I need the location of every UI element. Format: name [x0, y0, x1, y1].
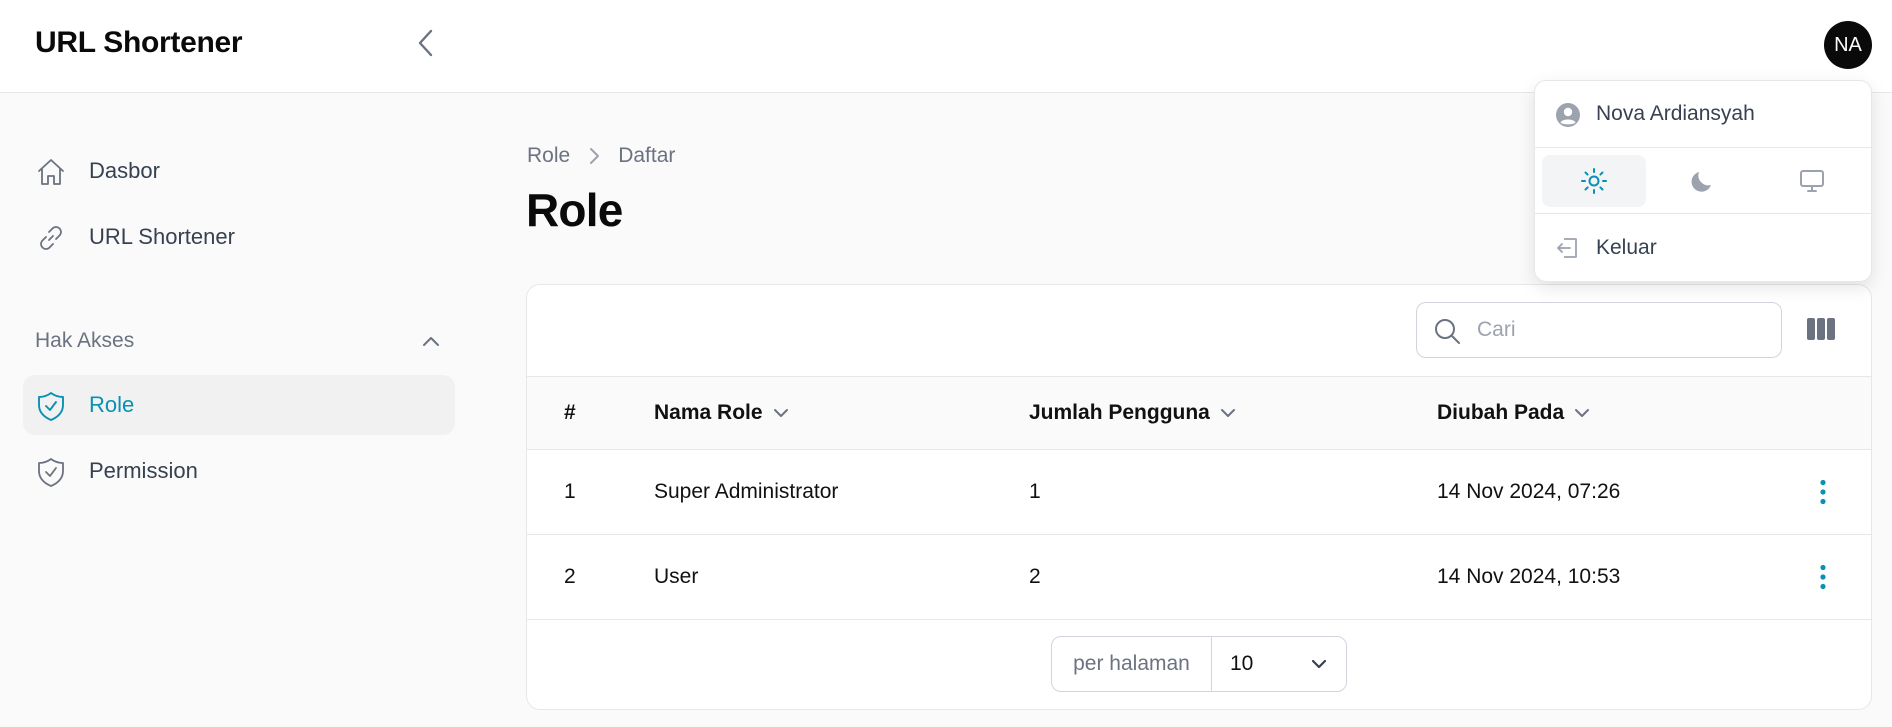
column-header-jumlah-pengguna[interactable]: Jumlah Pengguna [1029, 377, 1236, 449]
user-dropdown-menu: Nova Ardiansyah Keluar [1534, 80, 1872, 282]
cell-number: 1 [564, 480, 576, 503]
cell-role-name: Super Administrator [654, 480, 839, 503]
shield-check-icon [38, 392, 64, 421]
collapse-sidebar-button[interactable] [410, 27, 442, 59]
search-box [1416, 302, 1782, 358]
column-header-number: # [564, 401, 576, 424]
sidebar-group-hak-akses[interactable]: Hak Akses [35, 326, 440, 356]
chevron-down-icon [1311, 659, 1327, 669]
column-header-diubah-pada[interactable]: Diubah Pada [1437, 377, 1590, 449]
chevron-down-icon [1220, 408, 1236, 418]
sidebar-item-url-shortener[interactable]: URL Shortener [23, 207, 455, 267]
more-vertical-icon [1820, 564, 1826, 590]
monitor-icon [1800, 170, 1824, 192]
per-page-value: 10 [1230, 652, 1254, 675]
chevron-down-icon [773, 408, 789, 418]
column-header-nama-role[interactable]: Nama Role [654, 377, 789, 449]
row-actions-button[interactable] [1806, 475, 1840, 509]
column-header-label: Diubah Pada [1437, 401, 1565, 424]
search-icon [1435, 319, 1460, 344]
sidebar-item-role[interactable]: Role [23, 375, 455, 435]
cell-role-name: User [654, 565, 699, 588]
theme-system-button[interactable] [1760, 155, 1864, 207]
more-vertical-icon [1820, 479, 1826, 505]
sidebar-item-label: URL Shortener [89, 224, 235, 249]
moon-icon [1691, 172, 1711, 192]
sidebar-item-label: Permission [89, 458, 198, 483]
breadcrumb-current: Daftar [618, 144, 676, 167]
chevron-up-icon [423, 337, 439, 346]
table-row: 2 User 2 14 Nov 2024, 10:53 [527, 535, 1871, 620]
theme-dark-button[interactable] [1651, 155, 1755, 207]
user-circle-icon [1556, 103, 1580, 127]
table-row: 1 Super Administrator 1 14 Nov 2024, 07:… [527, 450, 1871, 535]
sidebar-item-label: Role [89, 392, 135, 417]
chevron-left-icon [418, 29, 433, 57]
column-header-label: Nama Role [654, 401, 763, 424]
menu-user-name: Nova Ardiansyah [1596, 102, 1755, 125]
cell-updated-at: 14 Nov 2024, 07:26 [1437, 480, 1621, 503]
page-title: Role [526, 184, 623, 236]
sidebar-item-dasbor[interactable]: Dasbor [23, 141, 455, 201]
sun-icon [1581, 168, 1607, 194]
per-page-select[interactable]: 10 [1212, 637, 1346, 691]
cell-user-count: 2 [1029, 565, 1041, 588]
sidebar-item-permission[interactable]: Permission [23, 441, 455, 501]
column-header-label: Jumlah Pengguna [1029, 401, 1210, 424]
roles-table-card: # Nama Role Jumlah Pengguna Diubah Pada … [526, 284, 1872, 710]
shield-check-icon [38, 458, 64, 487]
link-icon [40, 226, 62, 250]
row-actions-button[interactable] [1806, 560, 1840, 594]
chevron-down-icon [1574, 408, 1590, 418]
user-avatar-button[interactable]: NA [1824, 21, 1872, 69]
column-toggle-button[interactable] [1803, 312, 1839, 346]
cell-number: 2 [564, 565, 576, 588]
chevron-right-icon [588, 147, 600, 165]
logout-icon [1557, 238, 1577, 258]
theme-light-button[interactable] [1542, 155, 1646, 207]
sidebar-item-label: Dasbor [89, 158, 160, 183]
cell-user-count: 1 [1029, 480, 1041, 503]
logout-menu-item[interactable]: Keluar [1535, 214, 1871, 281]
breadcrumb-parent-link[interactable]: Role [527, 144, 570, 168]
per-page-label: per halaman [1052, 637, 1212, 691]
table-header: # Nama Role Jumlah Pengguna Diubah Pada [527, 376, 1871, 450]
menu-user-profile[interactable]: Nova Ardiansyah [1535, 81, 1871, 148]
sidebar-group-label: Hak Akses [35, 329, 135, 352]
cell-updated-at: 14 Nov 2024, 10:53 [1437, 565, 1621, 588]
columns-icon [1807, 318, 1835, 340]
sidebar: Dasbor URL Shortener Hak Akses Role Perm… [0, 94, 470, 727]
pagination-per-page: per halaman 10 [1051, 636, 1347, 692]
logout-label: Keluar [1596, 235, 1657, 259]
home-icon [38, 159, 64, 185]
breadcrumb: Role Daftar [527, 144, 675, 168]
brand-title: URL Shortener [35, 26, 243, 59]
search-input[interactable] [1477, 313, 1767, 347]
theme-switcher [1535, 148, 1871, 214]
